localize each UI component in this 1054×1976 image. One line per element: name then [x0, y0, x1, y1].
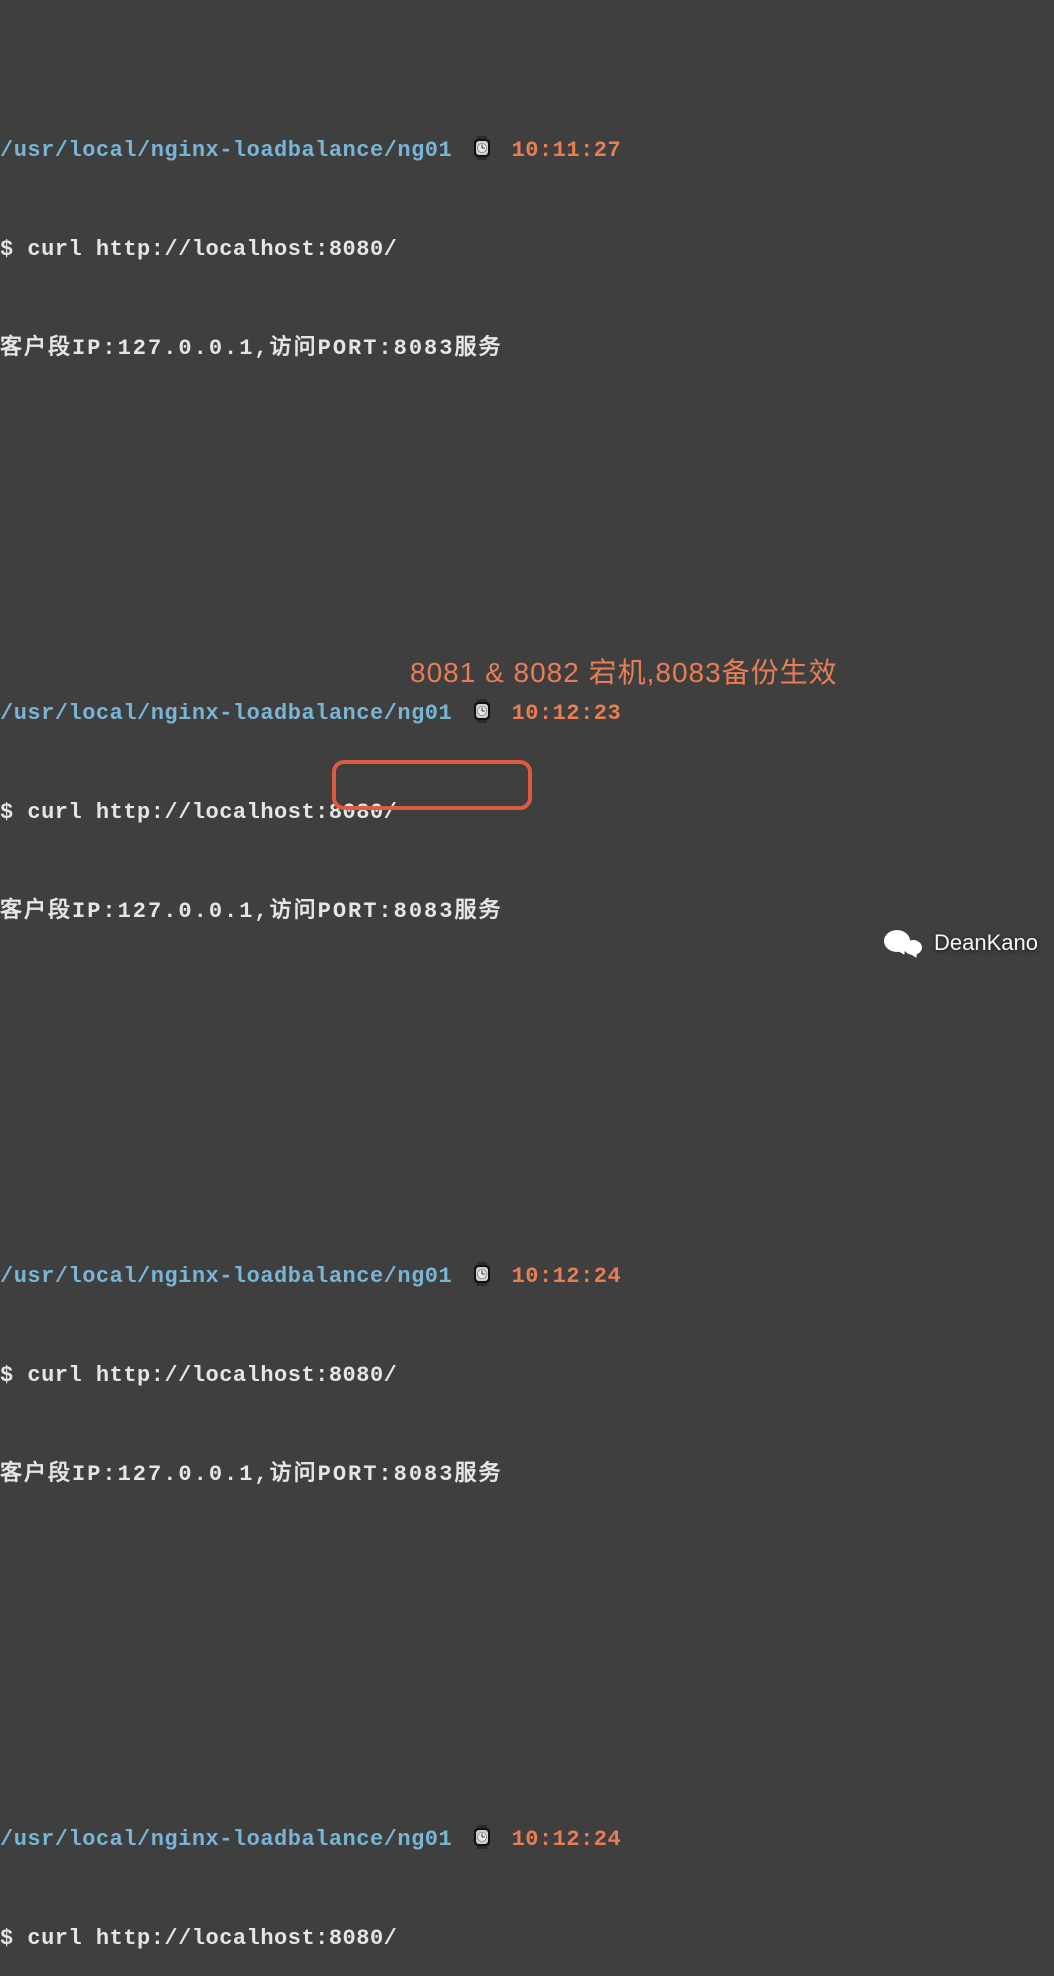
- watch-icon: [472, 699, 492, 723]
- prompt-line: /usr/local/nginx-loadbalance/ng01 10:12:…: [0, 1823, 1054, 1856]
- command-line: $ curl http://localhost:8080/: [0, 1359, 1054, 1392]
- command-line: $ curl http://localhost:8080/: [0, 796, 1054, 829]
- cwd-path: /usr/local/nginx-loadbalance/ng01: [0, 701, 452, 726]
- command-line: $ curl http://localhost:8080/: [0, 1922, 1054, 1955]
- prompt-line: /usr/local/nginx-loadbalance/ng01 10:12:…: [0, 1260, 1054, 1293]
- watch-icon: [472, 1262, 492, 1286]
- prompt-time: 10:12:24: [512, 1827, 622, 1852]
- wechat-icon: [884, 924, 928, 960]
- watermark: DeanKano: [884, 924, 1038, 960]
- terminal-output[interactable]: /usr/local/nginx-loadbalance/ng01 10:11:…: [0, 2, 1054, 1976]
- prompt-time: 10:11:27: [512, 138, 622, 163]
- cwd-path: /usr/local/nginx-loadbalance/ng01: [0, 138, 452, 163]
- prompt-line: /usr/local/nginx-loadbalance/ng01 10:12:…: [0, 697, 1054, 730]
- command-output: 客户段IP:127.0.0.1,访问PORT:8083服务: [0, 332, 1054, 365]
- watch-icon: [472, 136, 492, 160]
- command-output: 客户段IP:127.0.0.1,访问PORT:8083服务: [0, 1458, 1054, 1491]
- cwd-path: /usr/local/nginx-loadbalance/ng01: [0, 1827, 452, 1852]
- cwd-path: /usr/local/nginx-loadbalance/ng01: [0, 1264, 452, 1289]
- annotation-text: 8081 & 8082 宕机,8083备份生效: [410, 652, 838, 694]
- prompt-line: /usr/local/nginx-loadbalance/ng01 10:11:…: [0, 134, 1054, 167]
- prompt-time: 10:12:23: [512, 701, 622, 726]
- prompt-time: 10:12:24: [512, 1264, 622, 1289]
- command-line: $ curl http://localhost:8080/: [0, 233, 1054, 266]
- watch-icon: [472, 1825, 492, 1849]
- watermark-text: DeanKano: [934, 926, 1038, 959]
